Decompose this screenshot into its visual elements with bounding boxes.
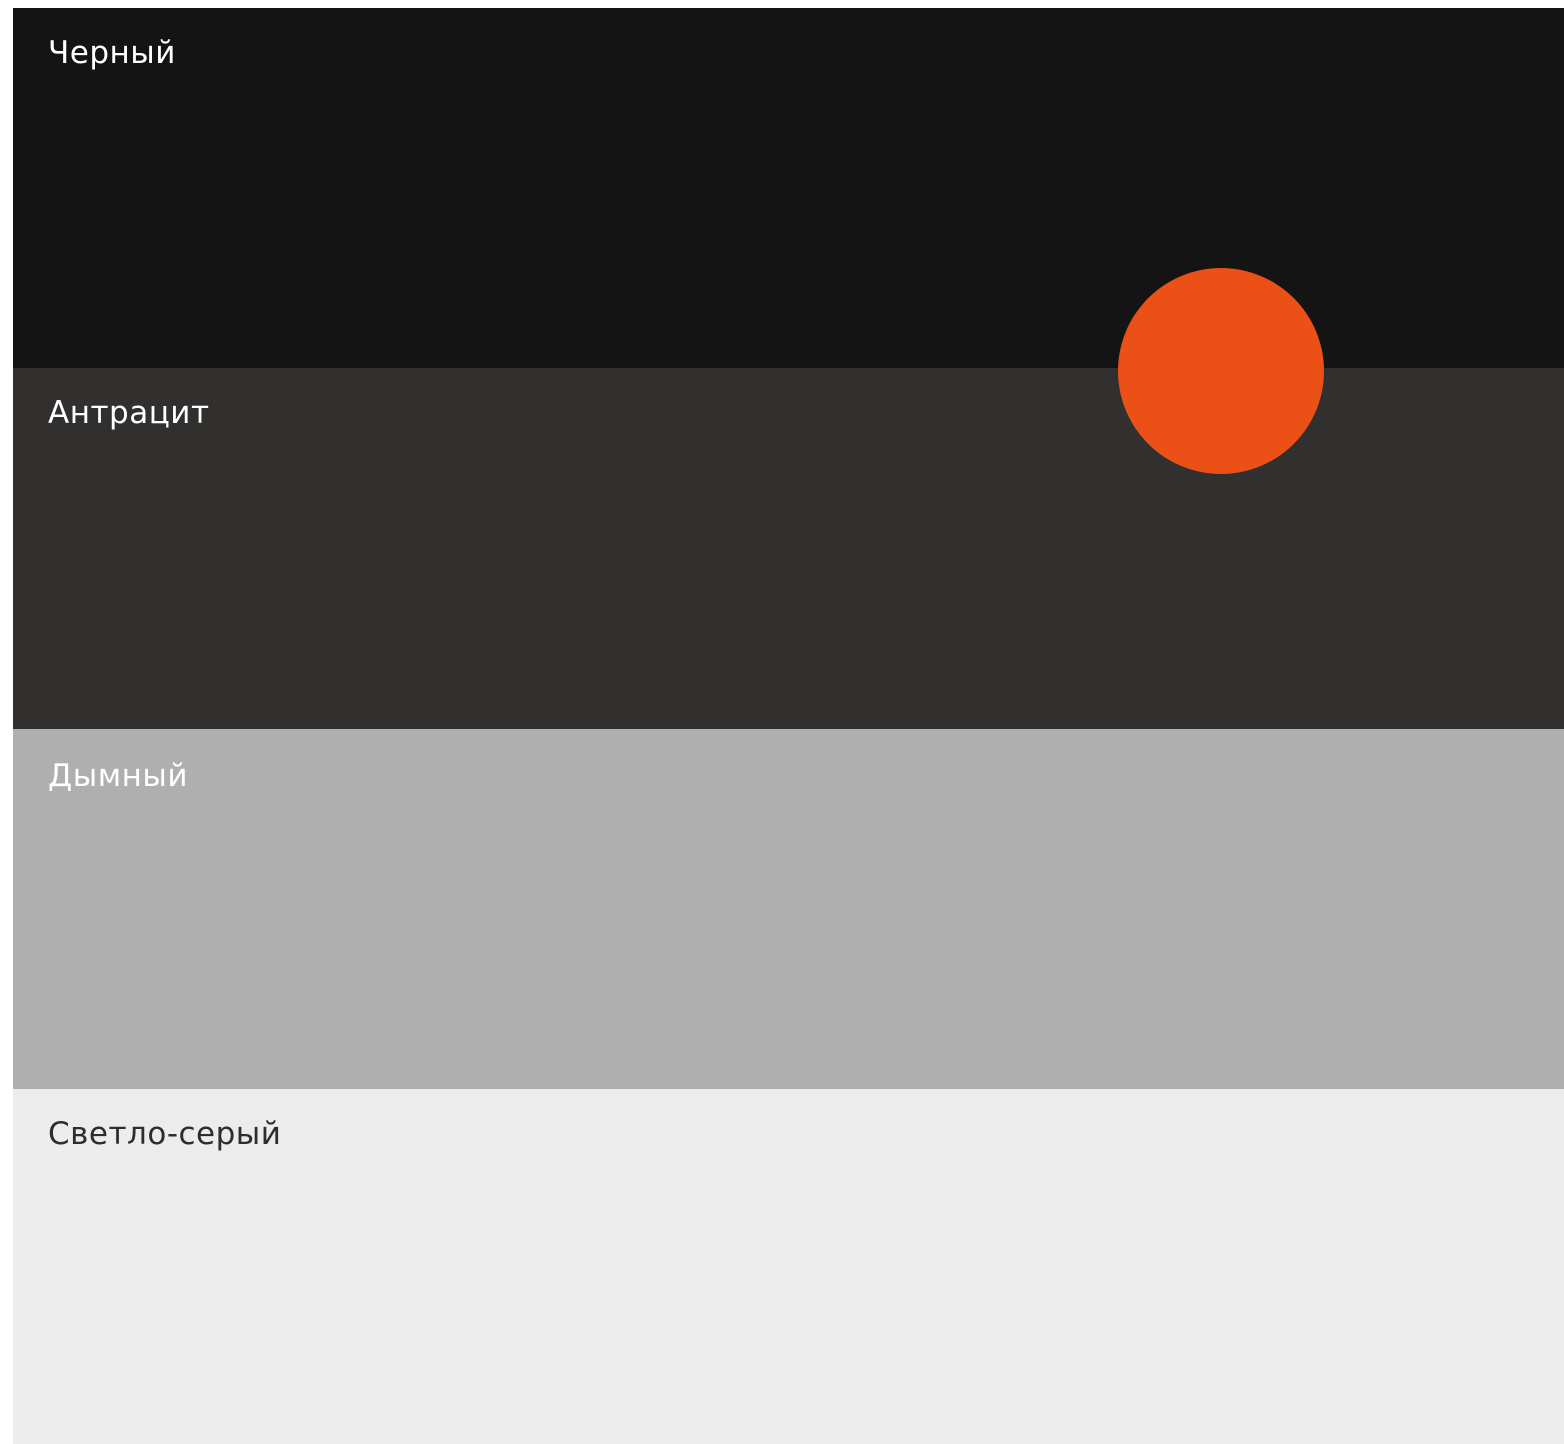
- swatch-light-gray: Светло-серый: [13, 1089, 1564, 1444]
- swatch-label-smoky: Дымный: [48, 758, 188, 794]
- swatch-smoky: Дымный: [13, 729, 1564, 1089]
- swatch-anthracite: Антрацит: [13, 368, 1564, 729]
- swatch-label-light-gray: Светло-серый: [48, 1116, 282, 1152]
- swatch-label-black: Черный: [48, 35, 176, 71]
- swatch-black: Черный: [13, 8, 1564, 368]
- color-palette: Черный Антрацит Дымный Светло-серый: [13, 8, 1564, 1444]
- accent-circle: [1118, 268, 1324, 474]
- swatch-label-anthracite: Антрацит: [48, 395, 210, 431]
